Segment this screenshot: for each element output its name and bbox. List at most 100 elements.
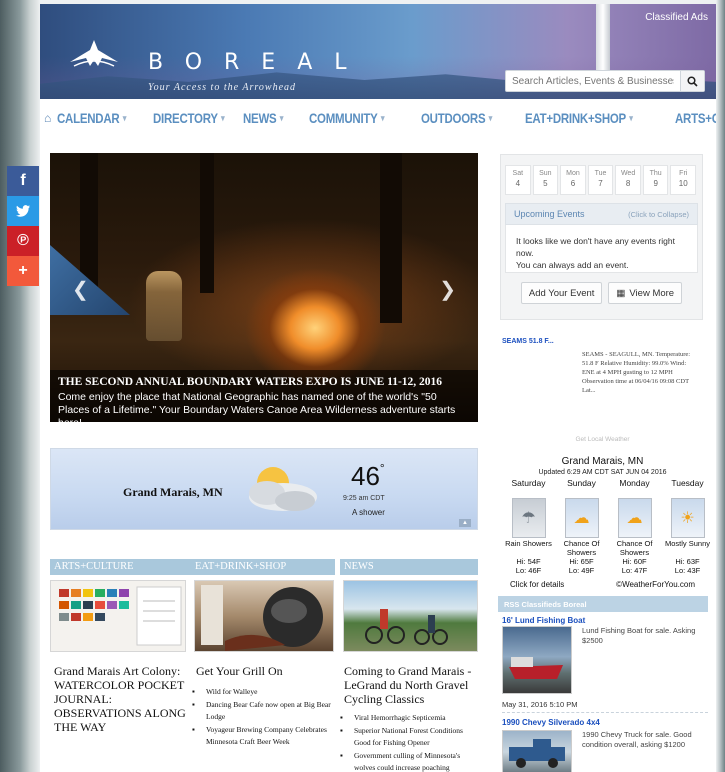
calendar-day[interactable]: Tue 7 <box>587 165 614 195</box>
forecast-condition: Rain Showers <box>505 539 552 548</box>
nav-item-calendar[interactable]: CALENDAR ▾ <box>57 110 128 126</box>
rss-classifieds-header[interactable]: RSS Classifieds Boreal <box>498 596 708 612</box>
forecast-day[interactable]: Monday ☁ Chance Of Showers Hi: 60F Lo: 4… <box>608 478 661 575</box>
calendar-day[interactable]: Fri 10 <box>670 165 697 195</box>
day-name: Sun <box>539 170 552 177</box>
nav-item-arts-culture[interactable]: ARTS+CULTURE▾ <box>675 110 716 126</box>
nav-item-outdoors[interactable]: OUTDOORS ▾ <box>421 110 498 126</box>
hero-title[interactable]: THE SECOND ANNUAL BOUNDARY WATERS EXPO I… <box>58 376 470 388</box>
nav-item-label: NEWS <box>243 110 277 126</box>
classified-ad-title[interactable]: 16' Lund Fishing Boat <box>502 616 585 625</box>
shower-icon: ☁ <box>564 498 599 538</box>
list-item[interactable]: Superior National Forest Conditions Good… <box>340 725 480 750</box>
nav-item-community[interactable]: COMMUNITY ▾ <box>309 110 393 126</box>
collapse-link[interactable]: (Click to Collapse) <box>628 210 689 219</box>
classified-ad-title[interactable]: 1990 Chevy Silverado 4x4 <box>502 718 600 727</box>
sun-cloud-icon <box>249 467 317 511</box>
upcoming-events-header[interactable]: Upcoming Events (Click to Collapse) <box>505 203 698 225</box>
social-share-bar: f ℗ + <box>7 166 39 286</box>
list-item[interactable]: Government culling of Minnesota's wolves… <box>340 750 480 772</box>
nav-item-news[interactable]: NEWS ▾ <box>243 110 289 126</box>
chevron-right-icon[interactable]: ❯ <box>439 277 456 302</box>
calendar-icon: ▦ <box>616 287 626 299</box>
add-your-event-button[interactable]: Add Your Event <box>520 282 603 304</box>
forecast-day[interactable]: Tuesday ☀ Mostly Sunny Hi: 63F Lo: 43F <box>661 478 714 575</box>
weather-station-link[interactable]: SEAMS 51.8 F... <box>502 338 554 345</box>
nav-item-directory[interactable]: DIRECTORY ▾ <box>153 110 225 126</box>
list-item[interactable]: Viral Hemorrhagic Septicemia <box>340 712 480 725</box>
twitter-bird-icon <box>16 205 30 217</box>
caret-down-icon: ▾ <box>221 112 225 123</box>
boat-icon <box>509 657 563 679</box>
temperature-value: 46 <box>351 461 380 491</box>
forecast-condition: Chance Of Showers <box>563 539 600 557</box>
nav-item-eat-drink-shop[interactable]: EAT+DRINK+SHOP ▾ <box>525 110 640 126</box>
forecast-day-name: Sunday <box>567 478 596 488</box>
arts-culture-heading[interactable]: Grand Marais Art Colony: WATERCOLOR POCK… <box>54 664 194 734</box>
observation-time: 9:25 am CDT <box>343 495 385 502</box>
facebook-icon[interactable]: f <box>7 166 39 196</box>
site-logo-text[interactable]: BOREAL <box>148 50 369 75</box>
view-more-button[interactable]: ▦ View More <box>608 282 683 304</box>
caret-down-icon: ▾ <box>381 112 385 123</box>
search-button[interactable] <box>680 71 704 91</box>
classified-ad-date: May 31, 2016 5:10 PM <box>502 700 578 709</box>
page: BOREAL Your Access to the Arrowhead Clas… <box>40 4 716 772</box>
chevron-left-icon[interactable]: ❮ <box>72 277 89 302</box>
list-item[interactable]: Voyageur Brewing Company Celebrates Minn… <box>192 724 340 749</box>
calendar-day[interactable]: Sat 4 <box>505 165 531 195</box>
plus-icon[interactable]: + <box>7 256 39 286</box>
nav-list: CALENDAR ▾ DIRECTORY ▾ NEWS ▾ COMMUNITY ▾ OU… <box>57 110 716 126</box>
news-heading[interactable]: Coming to Grand Marais - LeGrand du Nort… <box>344 664 480 706</box>
forecast-day[interactable]: Saturday ☂ Rain Showers Hi: 54F Lo: 46F <box>502 478 555 575</box>
list-item[interactable]: Dancing Bear Cafe now open at Big Bear L… <box>192 699 340 724</box>
section-header-eat-drink-shop[interactable]: EAT+DRINK+SHOP <box>191 559 335 575</box>
hero-caption: THE SECOND ANNUAL BOUNDARY WATERS EXPO I… <box>50 370 478 422</box>
upcoming-events-label: Upcoming Events <box>514 209 585 219</box>
events-calendar-widget: Sat 4 Sun 5 Mon 6 Tue 7 Wed 8 Thu 9 Fri 10 Upco… <box>500 154 703 320</box>
calendar-day[interactable]: Wed 8 <box>615 165 641 195</box>
truck-image[interactable] <box>502 730 572 772</box>
list-item[interactable]: Wild for Walleye <box>192 686 340 699</box>
eat-drink-shop-heading[interactable]: Get Your Grill On <box>196 664 336 678</box>
banner-lighthouse <box>596 4 610 74</box>
calendar-day[interactable]: Thu 9 <box>642 165 669 195</box>
nav-item-label: CALENDAR <box>57 110 120 126</box>
forecast-day-name: Saturday <box>511 478 546 488</box>
search-box <box>505 70 705 92</box>
expand-icon[interactable]: ▲ <box>459 519 471 527</box>
classified-ads-link[interactable]: Classified Ads <box>645 12 708 23</box>
forecast-day[interactable]: Sunday ☁ Chance Of Showers Hi: 65F Lo: 4… <box>555 478 608 575</box>
day-name: Sat <box>512 170 524 177</box>
home-icon[interactable]: ⌂ <box>44 111 51 125</box>
weather-station-text: SEAMS - SEAGULL, MN. Temperature: 51.8 F… <box>582 351 691 394</box>
forecast-footer: Click for details ©WeatherForYou.com <box>502 580 703 589</box>
arts-culture-image[interactable] <box>50 580 186 652</box>
site-tagline: Your Access to the Arrowhead <box>148 82 297 93</box>
day-name: Mon <box>566 170 580 177</box>
section-header-news[interactable]: NEWS <box>340 559 478 575</box>
current-weather-banner[interactable]: Grand Marais, MN 46° 9:25 am CDT A showe… <box>50 448 478 530</box>
hero-text: Come enjoy the place that National Geogr… <box>58 391 456 422</box>
eat-drink-shop-image[interactable] <box>194 580 334 652</box>
nav-item-label: EAT+DRINK+SHOP <box>525 110 627 126</box>
search-input[interactable] <box>506 71 680 91</box>
weather-credit-link[interactable]: ©WeatherForYou.com <box>616 580 695 589</box>
click-for-details-link[interactable]: Click for details <box>510 580 564 589</box>
calendar-day[interactable]: Sun 5 <box>532 165 559 195</box>
boat-image[interactable] <box>502 626 572 694</box>
eat-drink-shop-list: Wild for Walleye Dancing Bear Cafe now o… <box>192 686 340 749</box>
day-number: 9 <box>653 179 658 188</box>
day-name: Tue <box>594 170 607 177</box>
truck-icon <box>509 739 565 768</box>
news-list: Viral Hemorrhagic Septicemia Superior Na… <box>340 712 480 772</box>
bird-logo-icon[interactable] <box>68 36 120 74</box>
section-header-arts-culture[interactable]: ARTS+CULTURE <box>50 559 196 575</box>
twitter-icon[interactable] <box>7 196 39 226</box>
news-image[interactable] <box>343 580 478 652</box>
weather-city: Grand Marais, MN <box>123 485 223 499</box>
calendar-day[interactable]: Mon 6 <box>560 165 586 195</box>
hero-slider[interactable]: ❮ ❯ THE SECOND ANNUAL BOUNDARY WATERS EX… <box>50 153 478 422</box>
forecast-day-name: Monday <box>619 478 650 488</box>
pinterest-icon[interactable]: ℗ <box>7 226 39 256</box>
